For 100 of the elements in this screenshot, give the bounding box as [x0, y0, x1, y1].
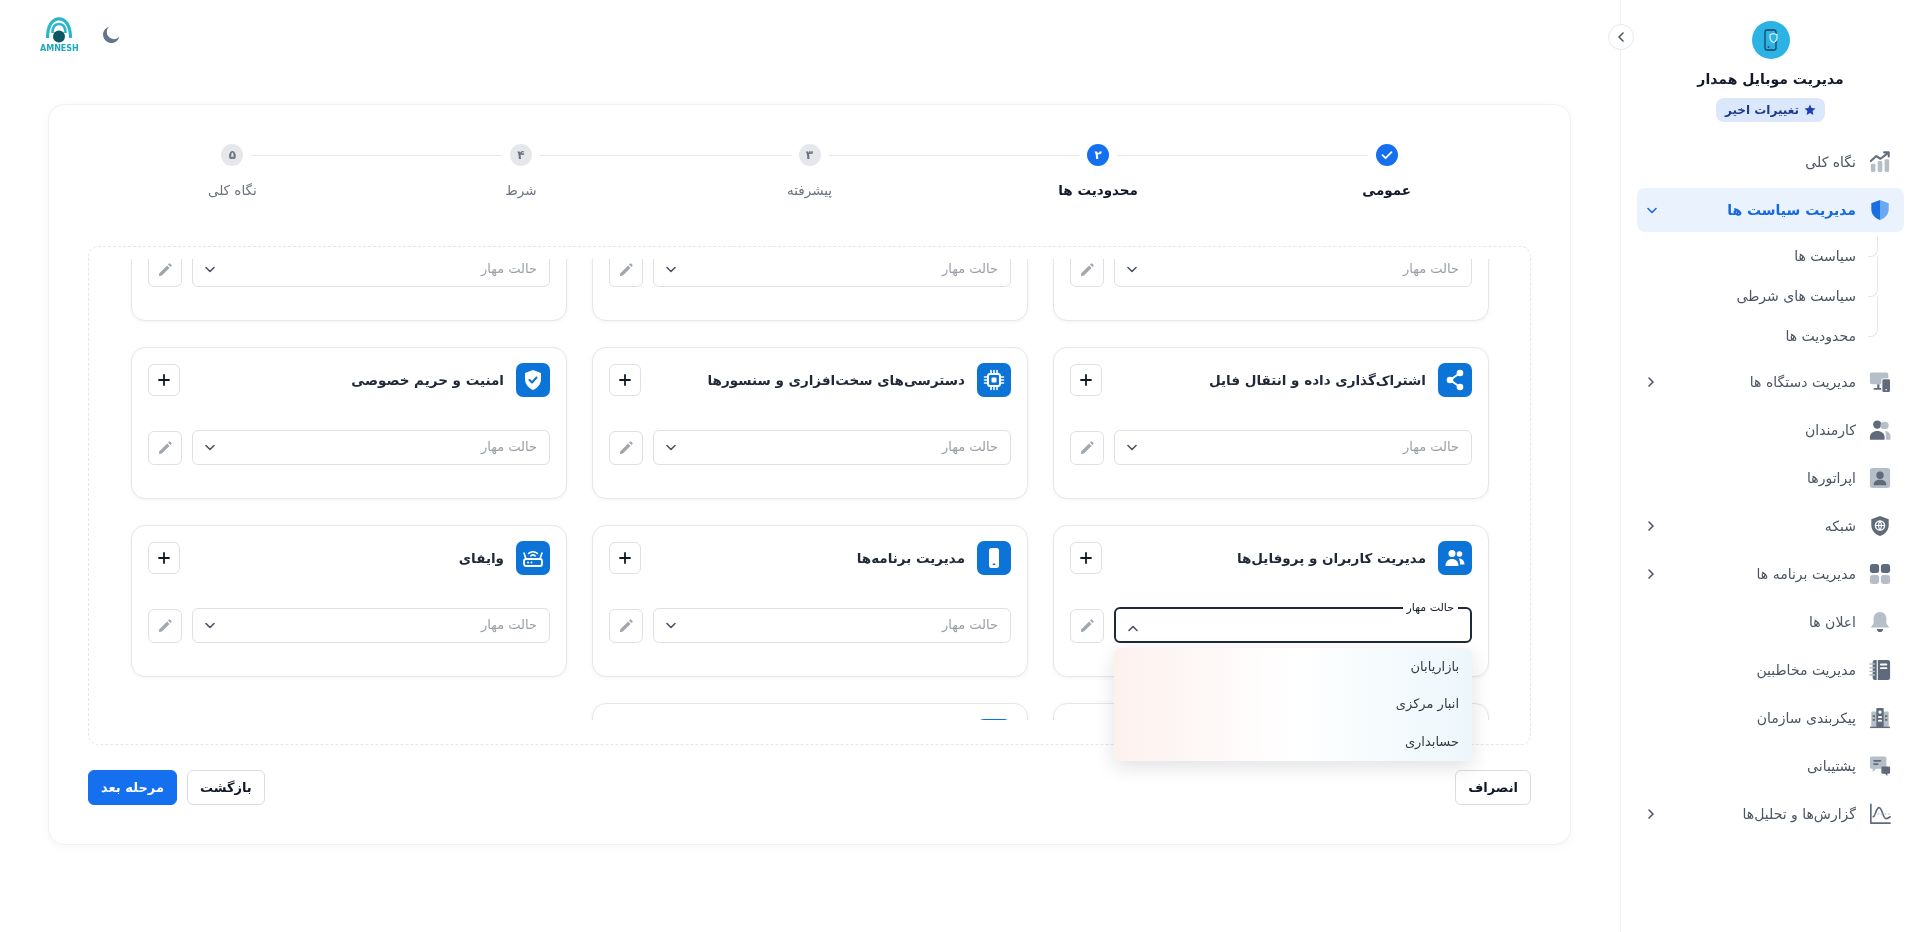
logo-text: AMNESH	[40, 44, 79, 53]
globe-shield-icon	[1869, 515, 1891, 537]
dropdown-option[interactable]: انبار مرکزی	[1114, 685, 1472, 723]
pencil-icon	[619, 262, 633, 277]
add-button[interactable]	[1070, 542, 1102, 574]
add-button[interactable]	[1070, 364, 1102, 396]
plus-icon	[619, 552, 631, 564]
nav-item[interactable]: مدیریت دستگاه ها	[1637, 360, 1904, 404]
edit-button[interactable]	[1070, 430, 1104, 465]
card-title: وایفای	[457, 548, 504, 568]
plus-icon	[158, 374, 170, 386]
moon-icon[interactable]	[100, 25, 121, 45]
nav-item[interactable]: شبکه	[1637, 504, 1904, 548]
nav-item[interactable]: اپراتورها	[1637, 456, 1904, 500]
card-title: اشتراک‌گذاری داده و انتقال فایل	[1207, 370, 1426, 390]
edit-button[interactable]	[609, 608, 643, 643]
app-title: مدیریت موبایل همدار	[1697, 70, 1844, 89]
step-label: شرط	[505, 181, 537, 200]
nav-item[interactable]: مدیریت سیاست ها	[1637, 188, 1904, 232]
step-label: محدودیت ها	[1058, 181, 1138, 200]
nav-item[interactable]: نگاه کلی	[1637, 140, 1904, 184]
monitor-phone-icon	[1869, 371, 1891, 393]
apps-grid-icon	[1869, 563, 1891, 585]
edit-button[interactable]	[148, 259, 182, 287]
bar-chart-icon	[1869, 151, 1891, 173]
chevron-down-icon	[666, 266, 676, 273]
chevron-down-icon	[666, 444, 676, 451]
share-icon	[1438, 363, 1472, 397]
plus-icon	[1080, 374, 1092, 386]
chevron-left-icon	[1617, 32, 1625, 42]
step-label: پیشرفته	[786, 181, 833, 200]
notebook-icon	[1869, 659, 1891, 681]
pencil-icon	[158, 262, 172, 277]
phone-shield-icon	[1751, 21, 1790, 59]
nav-subitem[interactable]: سیاست های شرطی	[1637, 276, 1878, 316]
select-field[interactable]: حالت مهار	[1114, 601, 1472, 643]
nav-subitem[interactable]: سیاست ها	[1637, 236, 1878, 276]
nav-item[interactable]: اعلان ها	[1637, 600, 1904, 644]
nav-item[interactable]: کارمندان	[1637, 408, 1904, 452]
card-title: مدیریت برنامه‌ها	[855, 548, 965, 568]
pencil-icon	[1080, 440, 1094, 455]
cancel-button[interactable]: انصراف	[1455, 770, 1531, 805]
edit-button[interactable]	[609, 430, 643, 465]
add-button[interactable]	[609, 364, 641, 396]
plus-icon	[158, 552, 170, 564]
building-icon	[1869, 707, 1891, 729]
nav-item[interactable]: مدیریت مخاطبین	[1637, 648, 1904, 692]
step-label: عمومی	[1362, 181, 1412, 200]
back-button[interactable]: بازگشت	[186, 770, 265, 805]
card-title: دسترسی‌های سخت‌افزاری و سنسورها	[706, 370, 965, 390]
pencil-icon	[1080, 618, 1094, 633]
bell-icon	[1869, 611, 1891, 633]
star-icon	[1804, 104, 1816, 116]
nav-item[interactable]: پشتیبانی	[1637, 744, 1904, 788]
edit-button[interactable]	[1070, 259, 1104, 287]
chevron-up-icon	[1128, 624, 1138, 632]
plus-icon	[1080, 552, 1092, 564]
nav-item[interactable]: گزارش‌ها و تحلیل‌ها	[1637, 792, 1904, 836]
step-number: ۲	[1087, 144, 1110, 166]
chip-icon	[977, 363, 1011, 397]
dropdown-option[interactable]: حسابداری	[1114, 723, 1472, 761]
add-button[interactable]	[609, 542, 641, 574]
pencil-icon	[158, 440, 172, 455]
nav-item[interactable]: پیکربندی سازمان	[1637, 696, 1904, 740]
chevron-down-icon	[666, 622, 676, 629]
chevron-down-icon	[1127, 444, 1137, 451]
edit-button[interactable]	[148, 608, 182, 643]
collapse-sidebar-button[interactable]	[1608, 24, 1634, 50]
pencil-icon	[619, 440, 633, 455]
users-icon	[1438, 541, 1472, 575]
next-button[interactable]: مرحله بعد	[88, 770, 177, 805]
card-title: امنیت و حریم خصوصی	[350, 370, 504, 390]
router-icon	[516, 541, 550, 575]
plus-icon	[619, 374, 631, 386]
logo-icon	[44, 17, 75, 43]
phone-icon	[977, 541, 1011, 575]
edit-button[interactable]	[609, 259, 643, 287]
chevron-down-icon	[205, 444, 215, 451]
pencil-icon	[158, 618, 172, 633]
nav-subitem[interactable]: محدودیت ها	[1637, 316, 1878, 356]
people-icon	[1869, 419, 1891, 441]
person-card-icon	[1869, 467, 1891, 489]
card-title: مدیریت کاربران و پروفایل‌ها	[1235, 548, 1426, 568]
step-number: ۳	[798, 144, 821, 166]
recent-changes-chip[interactable]: تغییرات اخیر	[1716, 98, 1825, 122]
chevron-down-icon	[205, 622, 215, 629]
add-button[interactable]	[148, 542, 180, 574]
step-label: نگاه کلی	[207, 181, 257, 200]
chevron-down-icon	[1127, 266, 1137, 273]
add-button[interactable]	[148, 364, 180, 396]
nav-item[interactable]: مدیریت برنامه ها	[1637, 552, 1904, 596]
pencil-icon	[1080, 262, 1094, 277]
edit-button[interactable]	[1070, 608, 1104, 643]
shield-icon	[1869, 199, 1891, 221]
step-number: ۵	[221, 144, 244, 166]
shield-check-icon	[516, 363, 550, 397]
pencil-icon	[619, 618, 633, 633]
dropdown-option[interactable]: بازاریابان	[1114, 648, 1472, 686]
step-number: ۴	[509, 144, 532, 166]
edit-button[interactable]	[148, 430, 182, 465]
